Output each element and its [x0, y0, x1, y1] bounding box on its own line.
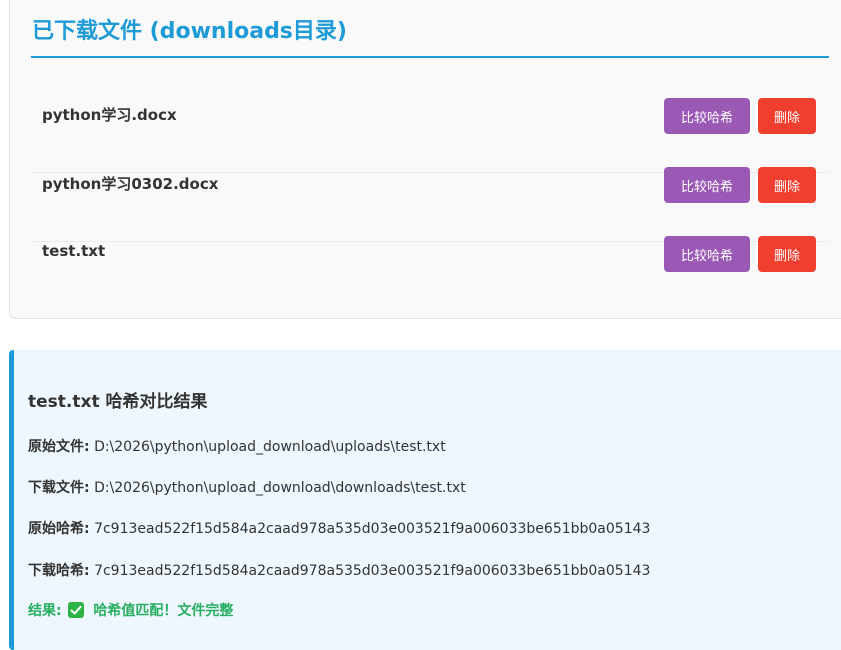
delete-button[interactable]: 删除 [758, 98, 816, 134]
delete-button[interactable]: 删除 [758, 167, 816, 203]
downloaded-hash-value: 7c913ead522f15d584a2caad978a535d03e00352… [94, 563, 651, 579]
result-message: 哈希值匹配！文件完整 [93, 603, 234, 619]
original-file-line: 原始文件: D:\2026\python\upload_download\upl… [28, 436, 446, 456]
original-hash-line: 原始哈希: 7c913ead522f15d584a2caad978a535d03… [28, 518, 650, 538]
original-hash-label: 原始哈希: [28, 521, 90, 537]
downloaded-file-line: 下载文件: D:\2026\python\upload_download\dow… [28, 477, 466, 497]
title-divider [31, 56, 829, 58]
result-label: 结果: [28, 603, 62, 619]
downloads-panel: 已下载文件 (downloads目录) python学习.docx 比较哈希 删… [9, 0, 841, 319]
downloads-title: 已下载文件 (downloads目录) [32, 19, 347, 44]
downloaded-file-label: 下载文件: [28, 480, 90, 496]
downloaded-hash-line: 下载哈希: 7c913ead522f15d584a2caad978a535d03… [28, 560, 650, 580]
hash-result-panel: test.txt 哈希对比结果 原始文件: D:\2026\python\upl… [9, 350, 841, 650]
check-mark-icon [68, 602, 85, 618]
downloaded-hash-label: 下载哈希: [28, 563, 90, 579]
file-name: python学习0302.docx [42, 175, 219, 193]
original-hash-value: 7c913ead522f15d584a2caad978a535d03e00352… [94, 521, 651, 537]
file-name: test.txt [42, 242, 106, 260]
file-row: python学习.docx 比较哈希 删除 [31, 98, 829, 173]
file-name: python学习.docx [42, 106, 177, 124]
file-row: python学习0302.docx 比较哈希 删除 [31, 167, 829, 242]
file-row: test.txt 比较哈希 删除 [31, 236, 829, 310]
delete-button[interactable]: 删除 [758, 236, 816, 272]
original-file-label: 原始文件: [28, 439, 90, 455]
result-title: test.txt 哈希对比结果 [28, 392, 208, 412]
downloaded-file-value: D:\2026\python\upload_download\downloads… [94, 480, 466, 496]
result-line: 结果: 哈希值匹配！文件完整 [28, 600, 233, 620]
compare-hash-button[interactable]: 比较哈希 [664, 167, 750, 203]
original-file-value: D:\2026\python\upload_download\uploads\t… [94, 439, 446, 455]
compare-hash-button[interactable]: 比较哈希 [664, 236, 750, 272]
compare-hash-button[interactable]: 比较哈希 [664, 98, 750, 134]
